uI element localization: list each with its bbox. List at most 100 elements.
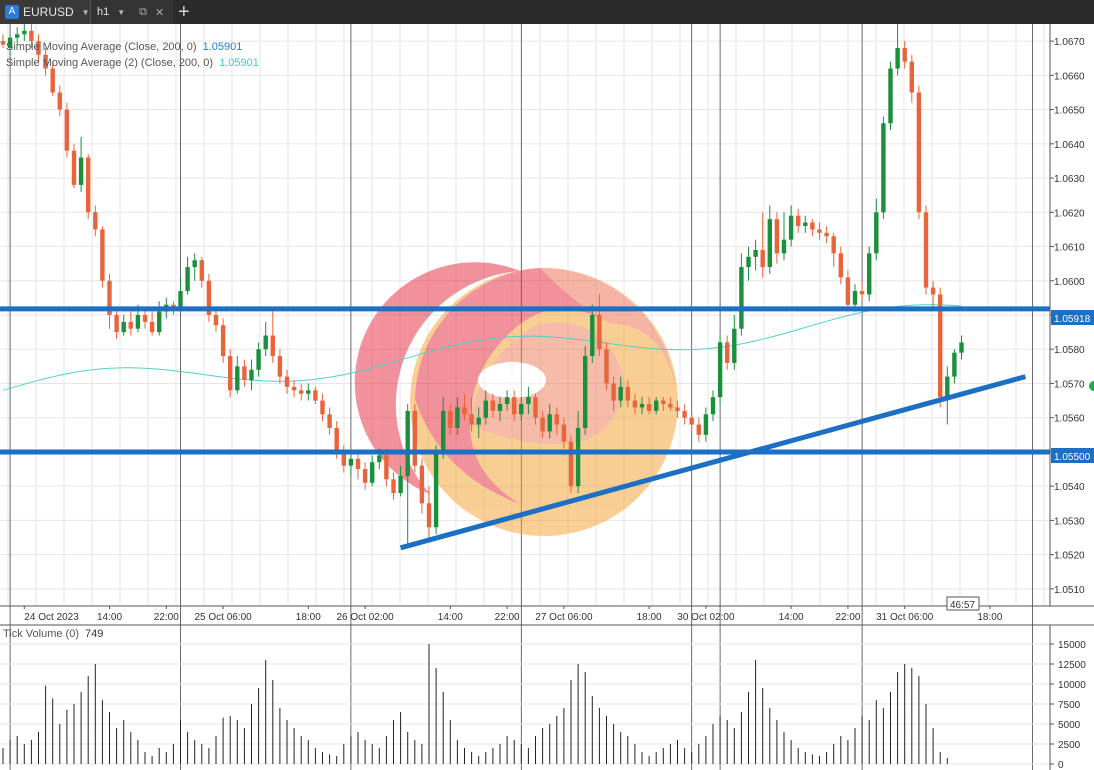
price-tick-label: 1.0600 <box>1054 277 1085 288</box>
close-icon[interactable]: ✕ <box>155 6 164 19</box>
price-tick-label: 1.0630 <box>1054 174 1085 185</box>
candle-body <box>710 397 716 415</box>
candle-body <box>235 366 240 391</box>
candle-body <box>490 400 496 411</box>
candle-body <box>220 325 226 357</box>
candle-body <box>895 47 900 69</box>
candle-body <box>717 342 723 398</box>
candle-body <box>909 61 914 93</box>
candle-body <box>852 291 858 305</box>
tab-timeframe[interactable]: h1 ▼ ⧉ ✕ <box>90 0 173 24</box>
candle-body <box>277 356 283 377</box>
candle-body <box>504 397 510 405</box>
candle-body <box>228 356 233 391</box>
chevron-down-icon[interactable]: ▼ <box>82 8 90 17</box>
candle-body <box>121 321 126 333</box>
candle-body <box>540 417 545 432</box>
candle-body <box>135 315 141 329</box>
time-tick-label: 24 Oct 2023 <box>24 612 79 623</box>
candle-body <box>739 267 744 329</box>
detach-icon[interactable]: ⧉ <box>139 6 147 19</box>
candle-body <box>476 417 481 425</box>
candle-body <box>774 219 780 254</box>
volume-value: 749 <box>85 628 103 640</box>
candle-body <box>874 212 879 254</box>
candle-body <box>426 503 432 528</box>
candle-body <box>803 222 808 226</box>
candle-body <box>888 68 893 124</box>
candle-body <box>618 386 623 401</box>
candle-body <box>923 212 929 288</box>
candle-body <box>654 400 659 411</box>
price-tick-label: 1.0560 <box>1054 414 1085 425</box>
candle-body <box>732 328 737 363</box>
candle-body <box>327 414 332 428</box>
price-tick-label: 1.0580 <box>1054 345 1085 356</box>
candle-body <box>590 315 595 357</box>
volume-tick-label: 12500 <box>1058 660 1086 671</box>
candle-body <box>185 267 190 292</box>
price-tick-label: 1.0520 <box>1054 551 1085 562</box>
candle-body <box>632 400 638 408</box>
candle-body <box>362 469 368 483</box>
candle-body <box>334 427 339 452</box>
candle-body <box>242 366 247 381</box>
candle-body <box>405 410 410 476</box>
time-tick-label: 26 Oct 02:00 <box>336 612 394 623</box>
candle-body <box>157 311 162 333</box>
time-tick-label: 18:00 <box>296 612 321 623</box>
candle-body <box>128 321 133 329</box>
sma1-value: 1.05901 <box>203 41 243 53</box>
candle-body <box>469 414 474 425</box>
candle-body <box>29 30 34 42</box>
candle-body <box>149 321 155 333</box>
candle-body <box>945 376 950 398</box>
lower-price-label: 1.05500 <box>1051 448 1094 463</box>
candle-body <box>263 335 268 350</box>
tab-timeframe-label: h1 <box>97 6 110 18</box>
candle-body <box>199 260 204 281</box>
candle-body <box>291 386 297 391</box>
candle-body <box>398 475 403 494</box>
candle-body <box>50 68 55 93</box>
candle-body <box>270 335 275 357</box>
sma2-value: 1.05901 <box>219 57 259 69</box>
volume-title: Tick Volume (0) <box>3 628 79 640</box>
price-tick-label: 1.0660 <box>1054 71 1085 82</box>
candle-body <box>178 291 183 309</box>
time-tick-label: 30 Oct 02:00 <box>677 612 735 623</box>
candle-body <box>788 215 794 240</box>
time-tick-label: 27 Oct 06:00 <box>535 612 593 623</box>
time-tick-label: 18:00 <box>637 612 662 623</box>
candle-body <box>859 291 865 295</box>
svg-text:46:57: 46:57 <box>950 600 975 611</box>
candle-body <box>57 92 62 110</box>
candle-body <box>213 315 219 326</box>
candle-body <box>419 465 425 504</box>
time-tick-label: 14:00 <box>779 612 804 623</box>
candle-body <box>320 400 325 415</box>
candle-body <box>512 397 517 415</box>
candle-body <box>306 390 311 394</box>
candle-body <box>526 397 531 405</box>
candle-body <box>703 414 709 435</box>
candle-body <box>604 349 609 384</box>
candle-body <box>299 390 304 394</box>
candle-body <box>142 315 148 322</box>
candle-body <box>412 410 417 466</box>
candle-body <box>93 212 98 230</box>
chart-area[interactable]: 1.05101.05201.05301.05401.05501.05601.05… <box>0 24 1094 770</box>
price-tick-label: 1.0610 <box>1054 243 1085 254</box>
sma1-name: Simple Moving Average (Close, 200, 0) <box>6 41 197 53</box>
volume-legend: Tick Volume (0) 749 <box>3 628 103 640</box>
candle-body <box>284 376 290 387</box>
tab-eurusd[interactable]: A EURUSD ▼ <box>0 0 90 24</box>
candle-body <box>575 427 581 487</box>
new-tab-button[interactable]: + <box>178 1 190 23</box>
candle-body <box>114 315 119 333</box>
candle-body <box>100 229 105 281</box>
price-tick-label: 1.0650 <box>1054 106 1085 117</box>
candle-body <box>824 232 829 237</box>
timeframe-chevron-icon[interactable]: ▼ <box>117 8 125 17</box>
countdown-label: 46:57 <box>946 596 980 611</box>
